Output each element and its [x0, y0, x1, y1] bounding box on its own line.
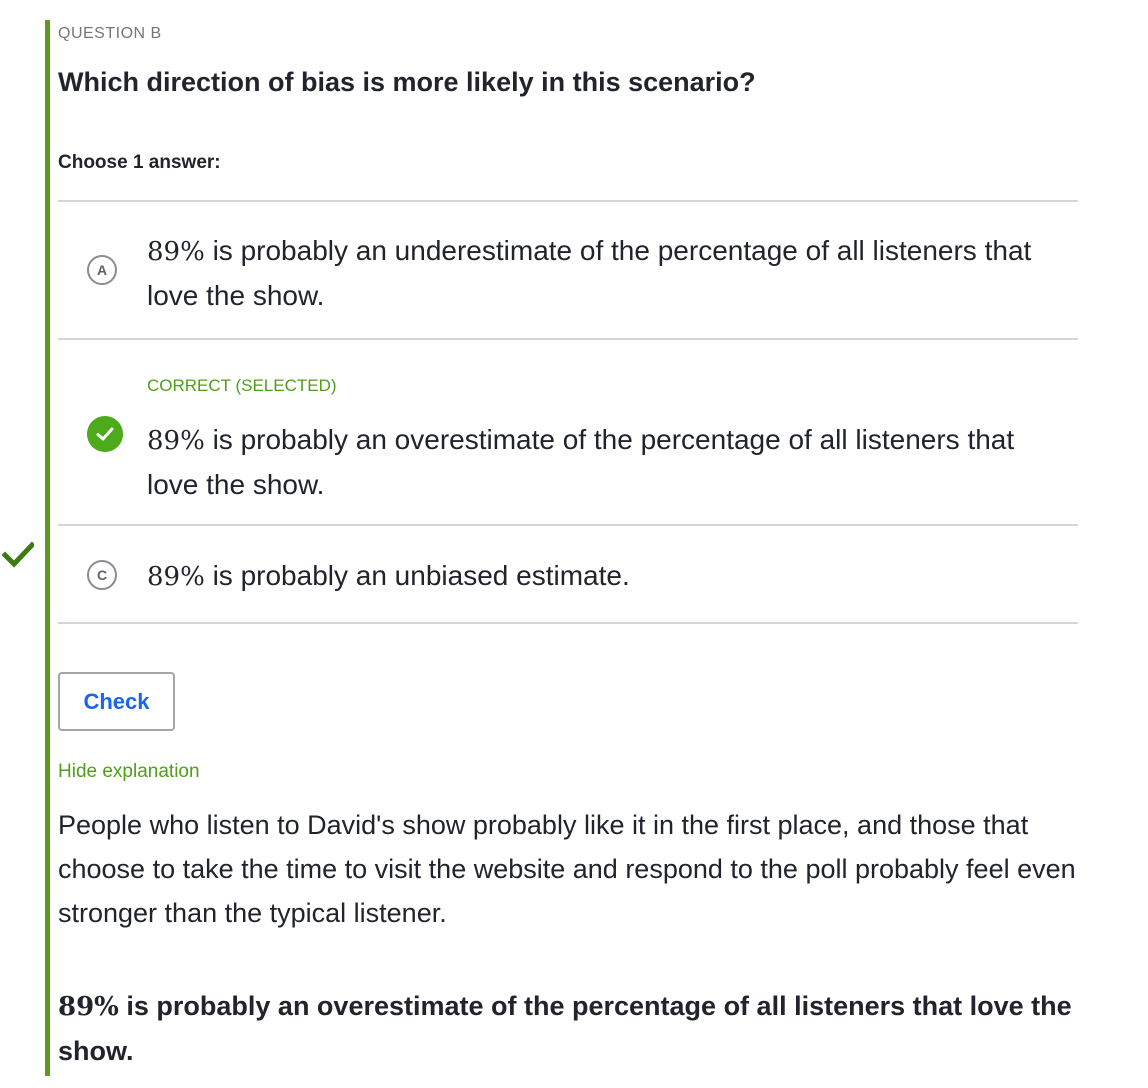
choice-b-percent: 89%	[147, 426, 205, 456]
choice-a-text: 89% is probably an underestimate of the …	[147, 229, 1047, 318]
choice-b-statement: is probably an overestimate of the perce…	[147, 424, 1015, 500]
choice-c-percent: 89%	[147, 562, 205, 592]
hide-explanation-link[interactable]: Hide explanation	[58, 761, 200, 783]
choice-c[interactable]: C 89% is probably an unbiased estimate.	[58, 526, 1078, 624]
choose-instruction: Choose 1 answer:	[58, 152, 221, 173]
check-button[interactable]: Check	[58, 672, 175, 731]
choice-a-statement: is probably an underestimate of the perc…	[147, 235, 1032, 311]
choice-c-text: 89% is probably an unbiased estimate.	[147, 554, 1047, 599]
choice-status-label: CORRECT (SELECTED)	[147, 376, 337, 395]
check-circle-icon[interactable]	[87, 416, 123, 452]
explanation-answer: 89% is probably an overestimate of the p…	[58, 984, 1088, 1073]
choice-a[interactable]: A 89% is probably an underestimate of th…	[58, 202, 1078, 340]
correct-checkmark-icon	[2, 541, 34, 568]
choice-c-statement: is probably an unbiased estimate.	[204, 560, 630, 591]
question-panel: QUESTION B Which direction of bias is mo…	[45, 20, 1095, 1076]
choice-b-text: 89% is probably an overestimate of the p…	[147, 418, 1047, 507]
choice-c-letter-bubble[interactable]: C	[87, 560, 117, 590]
choice-a-percent: 89%	[147, 237, 205, 267]
explanation-text: People who listen to David's show probab…	[58, 810, 1076, 928]
choice-a-letter-bubble[interactable]: A	[87, 255, 117, 285]
question-label: QUESTION B	[58, 25, 162, 42]
answer-choices: A 89% is probably an underestimate of th…	[58, 200, 1078, 624]
answer-statement: is probably an overestimate of the perce…	[58, 991, 1072, 1066]
choice-b[interactable]: CORRECT (SELECTED) 89% is probably an ov…	[58, 340, 1078, 526]
answer-percent: 89%	[58, 992, 119, 1022]
question-text: Which direction of bias is more likely i…	[58, 67, 756, 97]
